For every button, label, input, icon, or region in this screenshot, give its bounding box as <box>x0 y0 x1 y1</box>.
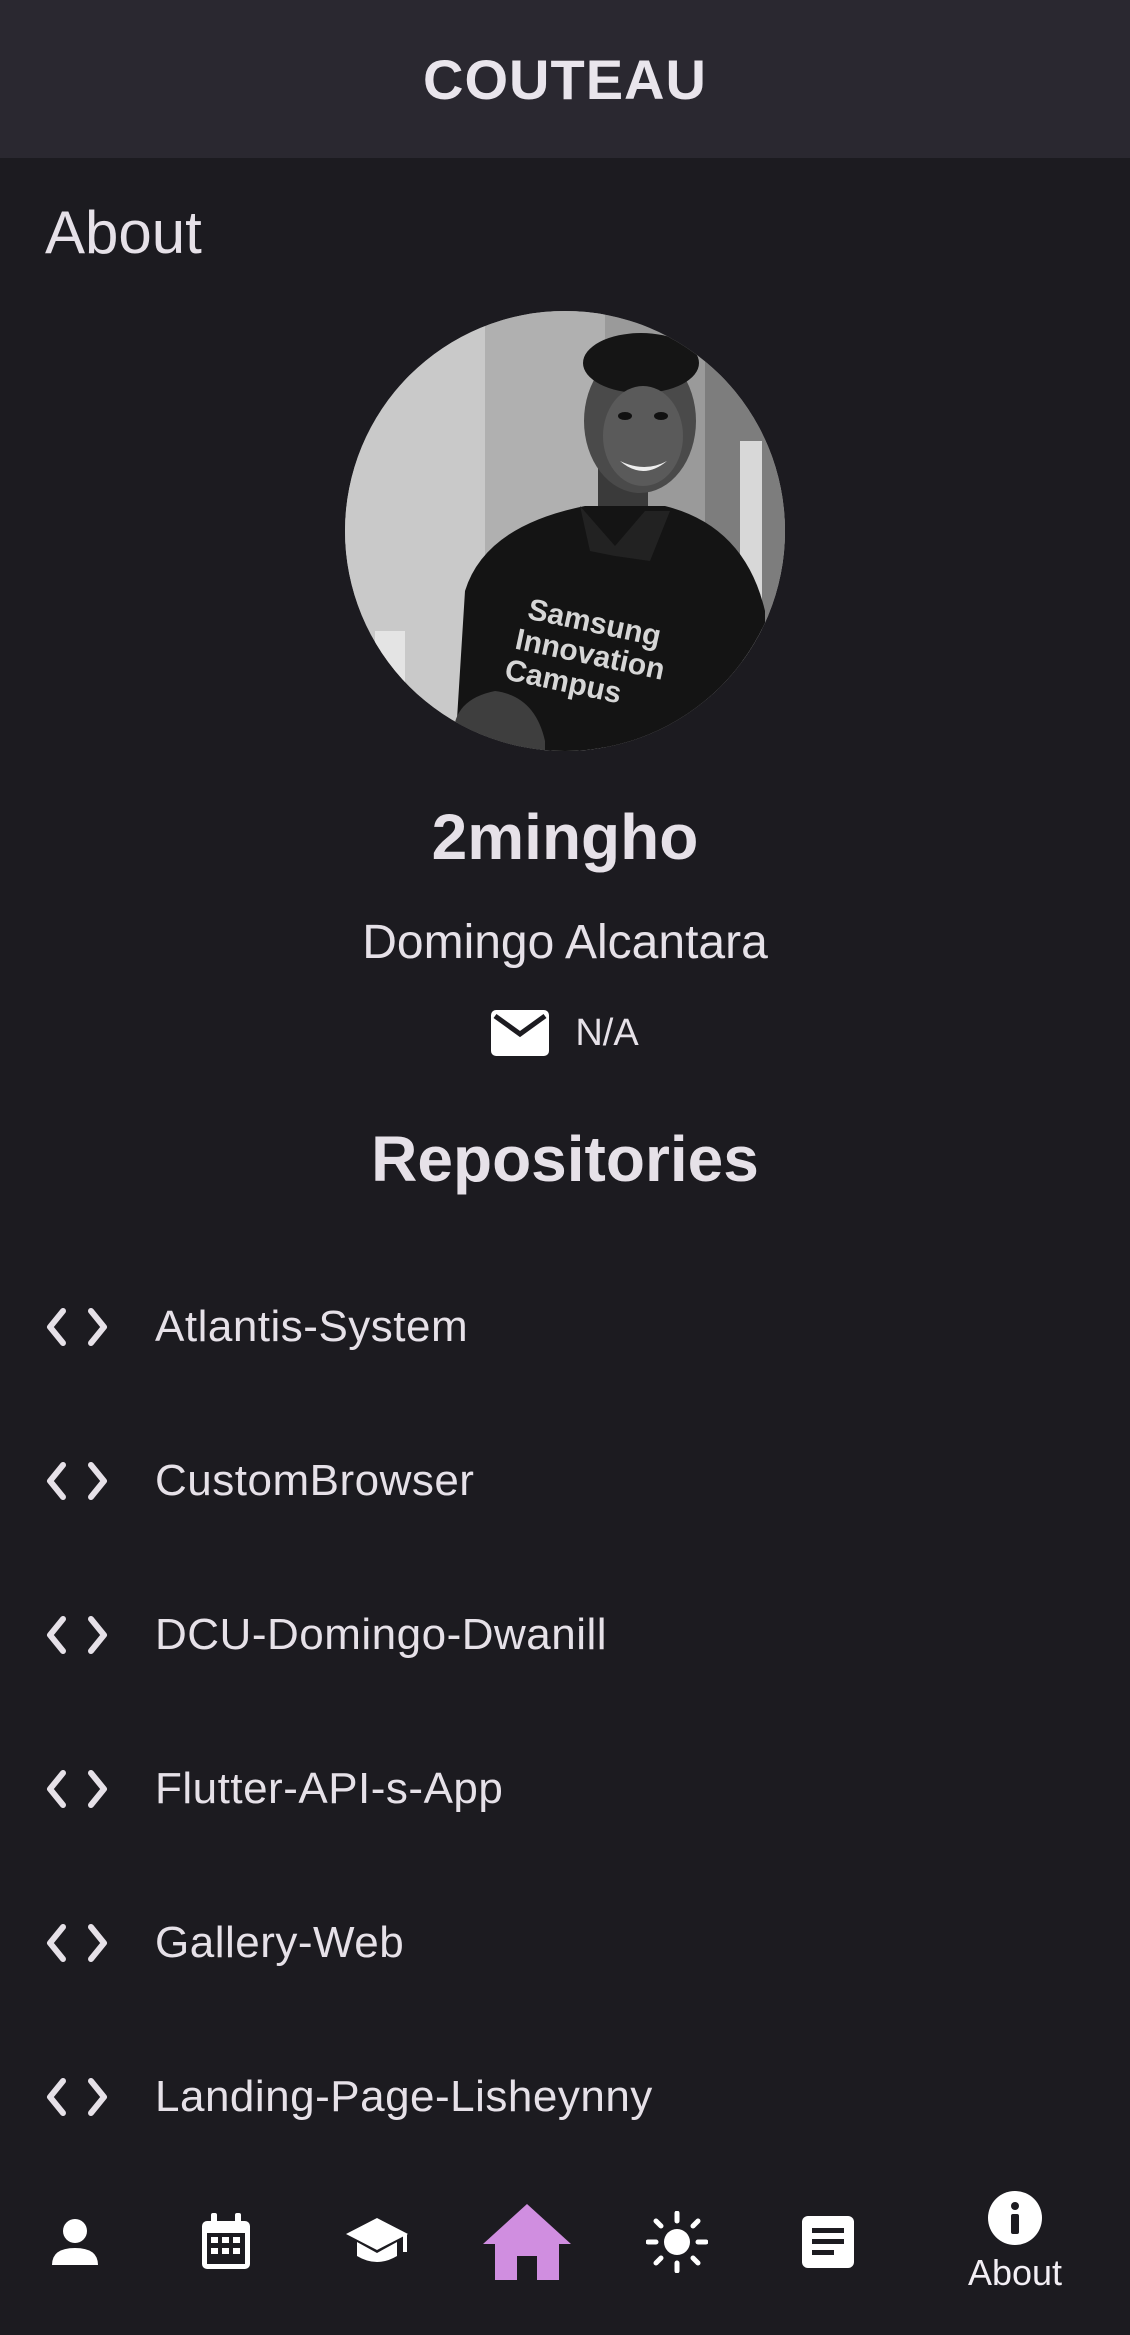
code-icon <box>47 1924 107 1962</box>
mail-icon <box>491 1010 550 1056</box>
home-icon <box>483 2203 571 2280</box>
profile-email-row: N/A <box>0 1010 1130 1056</box>
repository-item[interactable]: Gallery-Web <box>0 1866 1130 2020</box>
code-icon <box>47 1770 107 1808</box>
repository-item[interactable]: CustomBrowser <box>0 1404 1130 1558</box>
app-screen: COUTEAU About Samsung Innovation Campus … <box>0 0 1130 2335</box>
profile-avatar: Samsung Innovation Campus <box>345 311 785 751</box>
code-icon <box>47 1462 107 1500</box>
repository-list: Atlantis-System CustomBrowser DCU-Doming… <box>0 1250 1130 2174</box>
article-icon <box>802 2215 854 2268</box>
repository-name: Flutter-API-s-App <box>155 1764 504 1813</box>
calendar-icon <box>202 2212 250 2269</box>
school-icon <box>346 2217 408 2262</box>
repository-name: Atlantis-System <box>155 1302 469 1351</box>
nav-item-articles[interactable] <box>778 2148 878 2335</box>
nav-item-profile[interactable] <box>25 2148 125 2335</box>
page-title: About <box>45 199 202 266</box>
nav-item-calendar[interactable] <box>176 2148 276 2335</box>
repository-item[interactable]: DCU-Domingo-Dwanill <box>0 1558 1130 1712</box>
sun-icon <box>646 2210 708 2273</box>
code-icon <box>47 1308 107 1346</box>
repository-name: Gallery-Web <box>155 1918 405 1967</box>
nav-item-theme[interactable] <box>627 2148 727 2335</box>
code-icon <box>47 1616 107 1654</box>
repositories-heading: Repositories <box>371 1123 759 1195</box>
profile-full-name: Domingo Alcantara <box>362 916 768 969</box>
person-icon <box>52 2218 98 2265</box>
info-icon <box>988 2190 1042 2245</box>
repository-item[interactable]: Atlantis-System <box>0 1250 1130 1404</box>
repository-item[interactable]: Flutter-API-s-App <box>0 1712 1130 1866</box>
nav-item-school[interactable] <box>327 2148 427 2335</box>
code-icon <box>47 2078 107 2116</box>
app-bar: COUTEAU <box>0 0 1130 158</box>
repository-name: Landing-Page-Lisheynny <box>155 2072 653 2121</box>
nav-item-about-label: About <box>967 2251 1063 2293</box>
nav-item-home[interactable] <box>477 2148 577 2335</box>
repository-name: CustomBrowser <box>155 1456 475 1505</box>
avatar-photo: Samsung Innovation Campus <box>345 311 785 751</box>
repository-name: DCU-Domingo-Dwanill <box>155 1610 608 1659</box>
profile-username: 2mingho <box>431 801 699 873</box>
nav-item-about[interactable]: About <box>950 2148 1080 2335</box>
bottom-navigation: About <box>0 2148 1130 2335</box>
profile-email: N/A <box>575 1011 639 1054</box>
app-title: COUTEAU <box>423 47 707 111</box>
